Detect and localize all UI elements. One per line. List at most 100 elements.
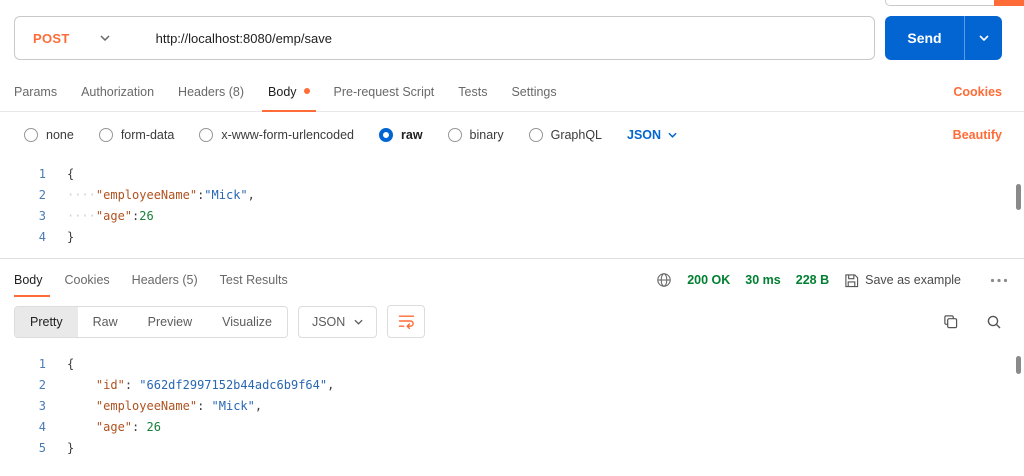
spacer <box>569 72 954 111</box>
response-tab-test-results[interactable]: Test Results <box>209 259 299 301</box>
response-body-editor[interactable]: 1{ 2 "id": "662df2997152b44adc6b9f64", 3… <box>0 348 1024 475</box>
line-number: 3 <box>0 206 46 227</box>
code-text: { <box>46 164 74 185</box>
tab-headers[interactable]: Headers (8) <box>166 72 256 111</box>
send-button-group: Send <box>885 16 1002 60</box>
tab-label: Body <box>268 85 297 99</box>
url-box: POST <box>14 16 875 60</box>
tab-body[interactable]: Body <box>256 72 322 111</box>
tab-label: Headers (5) <box>132 273 198 287</box>
response-toolbar-right <box>943 314 1002 330</box>
line-number: 2 <box>0 185 46 206</box>
status-badge: 200 OK <box>687 273 730 287</box>
request-body-editor[interactable]: 1{ 2····"employeeName":"Mick", 3····"age… <box>0 158 1024 258</box>
cookies-link[interactable]: Cookies <box>953 72 1002 111</box>
radio-icon <box>529 128 543 142</box>
response-view-group: Pretty Raw Preview Visualize <box>14 306 288 338</box>
tab-label: Settings <box>511 85 556 99</box>
body-type-raw[interactable]: raw <box>379 128 423 142</box>
wrap-lines-button[interactable] <box>387 305 425 338</box>
response-time: 30 ms <box>745 273 780 287</box>
code-line: 5} <box>0 438 1024 459</box>
radio-selected-icon <box>379 128 393 142</box>
text-wrap-icon <box>398 314 415 329</box>
option-label: none <box>46 128 74 142</box>
chevron-down-icon <box>100 35 110 41</box>
body-type-graphql[interactable]: GraphQL <box>529 128 602 142</box>
view-raw-button[interactable]: Raw <box>78 307 133 337</box>
language-label: JSON <box>312 315 345 329</box>
view-pretty-button[interactable]: Pretty <box>15 307 78 337</box>
save-as-example-label: Save as example <box>865 273 961 287</box>
top-cropped-strip <box>0 0 1024 8</box>
tab-label: Body <box>14 273 43 287</box>
chevron-down-icon <box>979 35 989 41</box>
line-number: 4 <box>0 227 46 248</box>
code-line: 3 "employeeName": "Mick", <box>0 396 1024 417</box>
option-label: raw <box>401 128 423 142</box>
network-globe-icon[interactable] <box>656 272 672 288</box>
option-label: GraphQL <box>551 128 602 142</box>
tab-params[interactable]: Params <box>14 72 69 111</box>
response-tab-cookies[interactable]: Cookies <box>54 259 121 301</box>
line-number: 2 <box>0 375 46 396</box>
line-number: 3 <box>0 396 46 417</box>
scrollbar-thumb[interactable] <box>1016 356 1021 374</box>
body-type-x-www-form-urlencoded[interactable]: x-www-form-urlencoded <box>199 128 354 142</box>
code-text: { <box>46 354 74 375</box>
code-line: 3····"age":26 <box>0 206 1024 227</box>
request-tabs: Params Authorization Headers (8) Body Pr… <box>0 72 1024 112</box>
tab-settings[interactable]: Settings <box>499 72 568 111</box>
response-toolbar: Pretty Raw Preview Visualize JSON <box>0 301 1024 348</box>
beautify-link[interactable]: Beautify <box>953 128 1002 142</box>
cropped-button <box>885 0 1002 6</box>
search-icon[interactable] <box>986 314 1002 330</box>
request-url-row: POST Send <box>0 8 1024 72</box>
copy-icon[interactable] <box>943 314 958 329</box>
send-dropdown-button[interactable] <box>964 16 1002 60</box>
tab-label: Tests <box>458 85 487 99</box>
code-line: 4 "age": 26 <box>0 417 1024 438</box>
code-text: "employeeName": "Mick", <box>46 396 262 417</box>
save-icon <box>844 273 859 288</box>
code-line: 2····"employeeName":"Mick", <box>0 185 1024 206</box>
line-number: 4 <box>0 417 46 438</box>
tab-pre-request-script[interactable]: Pre-request Script <box>322 72 447 111</box>
beautify-label: Beautify <box>953 128 1002 142</box>
language-label: JSON <box>627 128 661 142</box>
chevron-down-icon <box>668 132 677 138</box>
tab-label: Test Results <box>220 273 288 287</box>
body-type-binary[interactable]: binary <box>448 128 504 142</box>
code-text: ····"age":26 <box>46 206 154 227</box>
body-type-form-data[interactable]: form-data <box>99 128 175 142</box>
method-label: POST <box>33 31 70 46</box>
url-input[interactable] <box>128 31 874 46</box>
body-type-row: none form-data x-www-form-urlencoded raw… <box>0 112 1024 158</box>
view-visualize-button[interactable]: Visualize <box>207 307 287 337</box>
response-header: Body Cookies Headers (5) Test Results 20… <box>0 259 1024 301</box>
method-select[interactable]: POST <box>15 17 128 59</box>
response-meta: 200 OK 30 ms 228 B Save as example <box>656 259 1008 301</box>
body-type-none[interactable]: none <box>24 128 74 142</box>
radio-icon <box>199 128 213 142</box>
scrollbar-thumb[interactable] <box>1016 184 1021 210</box>
code-text: } <box>46 227 74 248</box>
cookies-label: Cookies <box>953 85 1002 99</box>
raw-language-select[interactable]: JSON <box>627 128 677 142</box>
send-button[interactable]: Send <box>885 16 964 60</box>
response-tab-body[interactable]: Body <box>14 259 54 301</box>
more-options-icon[interactable] <box>990 278 1008 283</box>
response-tab-headers[interactable]: Headers (5) <box>121 259 209 301</box>
tab-label: Authorization <box>81 85 154 99</box>
tab-authorization[interactable]: Authorization <box>69 72 166 111</box>
chevron-down-icon <box>354 319 363 325</box>
tab-label: Cookies <box>65 273 110 287</box>
save-as-example-button[interactable]: Save as example <box>844 273 961 288</box>
line-number: 5 <box>0 438 46 459</box>
tab-tests[interactable]: Tests <box>446 72 499 111</box>
line-number: 1 <box>0 354 46 375</box>
tab-label: Pre-request Script <box>334 85 435 99</box>
body-content-dot <box>304 88 310 94</box>
response-language-select[interactable]: JSON <box>298 306 377 338</box>
view-preview-button[interactable]: Preview <box>133 307 207 337</box>
